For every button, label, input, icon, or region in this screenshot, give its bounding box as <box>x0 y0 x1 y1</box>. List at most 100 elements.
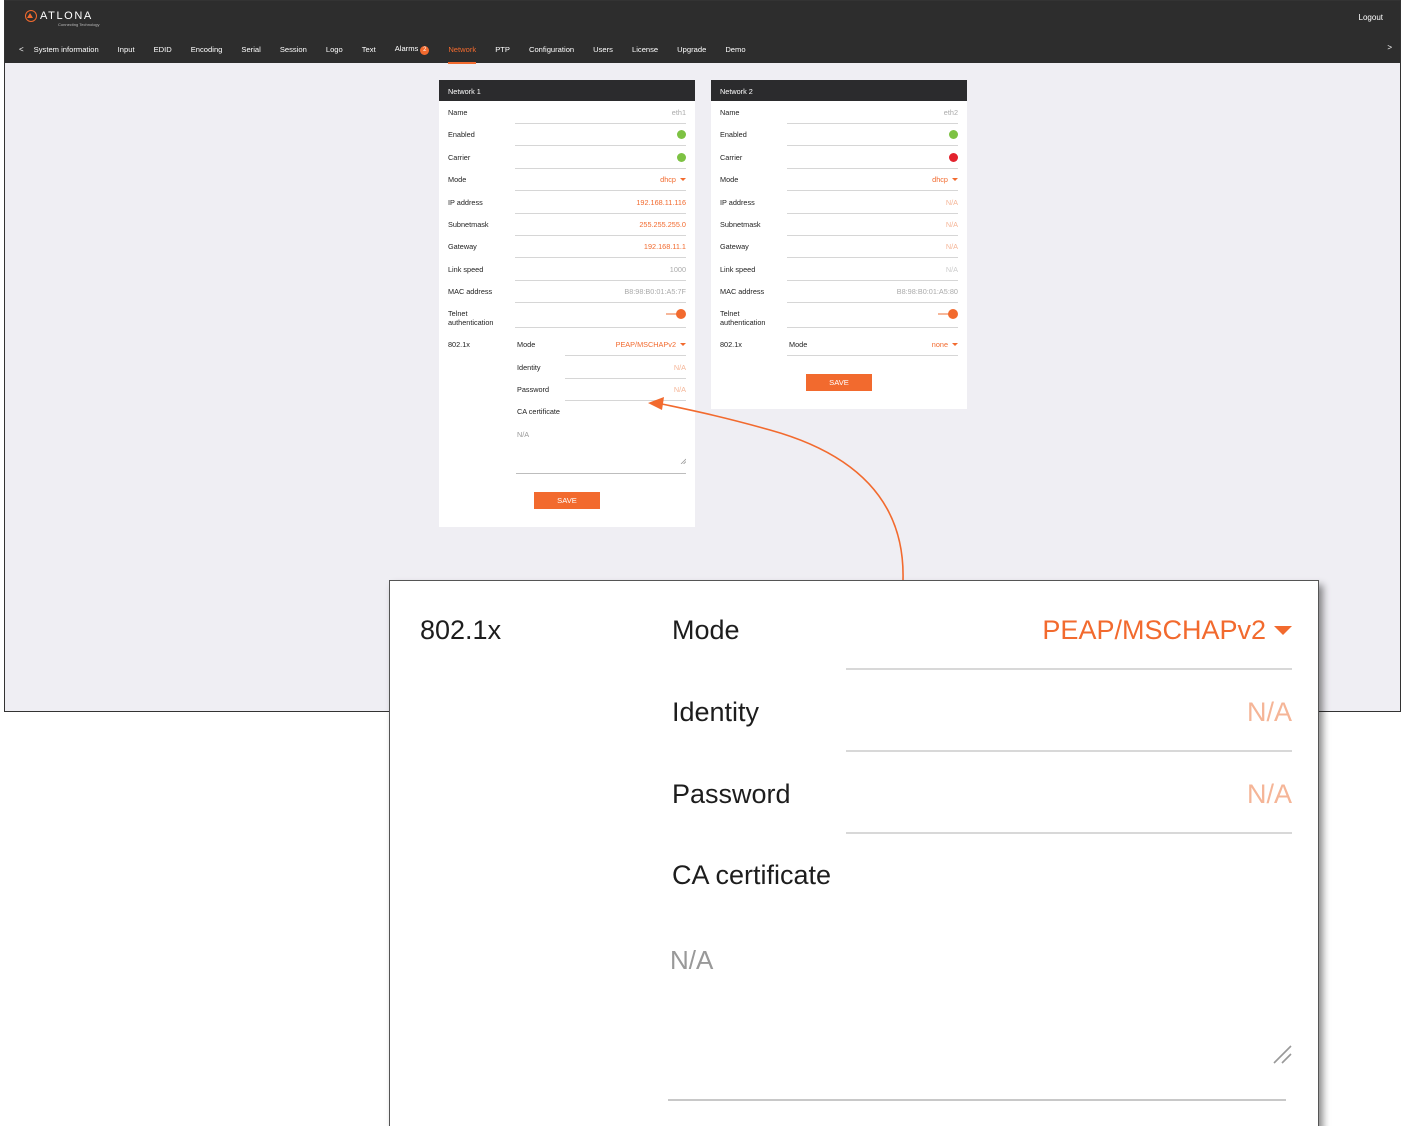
tab-license[interactable]: License <box>632 45 658 54</box>
ip-label: IP address <box>720 198 755 207</box>
chevron-down-icon <box>952 343 958 346</box>
tab-network[interactable]: Network <box>448 45 476 64</box>
identity-label: Identity <box>672 697 760 727</box>
save-button[interactable]: SAVE <box>806 374 872 391</box>
link-speed-label: Link speed <box>720 265 756 274</box>
ca-cert-label: CA certificate <box>517 407 560 416</box>
top-bar: ATLONA Connecting Technology Logout < Sy… <box>5 1 1400 64</box>
tab-configuration[interactable]: Configuration <box>529 45 574 54</box>
mac-value: B8:98:B0:01:A5:80 <box>896 287 958 296</box>
tab-upgrade[interactable]: Upgrade <box>677 45 706 54</box>
mode-label: Mode <box>448 175 467 184</box>
mac-value: B8:98:B0:01:A5:7F <box>624 287 686 296</box>
logo-text: ATLONA <box>40 10 93 22</box>
identity-input[interactable]: N/A <box>674 363 686 372</box>
enabled-status-indicator <box>677 130 686 139</box>
tab-logo[interactable]: Logo <box>326 45 343 54</box>
chevron-down-icon <box>1274 626 1292 635</box>
mode-dropdown[interactable]: dhcp <box>932 175 958 184</box>
logo-icon <box>25 10 37 22</box>
dot1x-mode-label: Mode <box>517 340 536 349</box>
ca-cert-placeholder: N/A <box>517 430 530 439</box>
chevron-down-icon <box>680 178 686 181</box>
ca-cert-label: CA certificate <box>672 860 832 890</box>
gateway-input[interactable]: 192.168.11.1 <box>644 242 686 251</box>
tab-system-information[interactable]: System information <box>34 45 99 54</box>
carrier-status-indicator <box>677 153 686 162</box>
ip-label: IP address <box>448 198 483 207</box>
password-label: Password <box>672 779 791 809</box>
tab-alarms[interactable]: Alarms 2 <box>395 44 430 55</box>
tab-demo[interactable]: Demo <box>725 45 745 54</box>
subnet-input[interactable]: N/A <box>946 220 958 229</box>
enabled-label: Enabled <box>448 130 475 139</box>
network-2-panel: Network 2 Name eth2 Enabled Carrier Mode… <box>711 80 967 409</box>
dot1x-mode-dropdown[interactable]: none <box>932 340 958 349</box>
telnet-auth-toggle[interactable] <box>938 309 958 319</box>
identity-input[interactable]: N/A <box>1247 697 1292 728</box>
tab-edid[interactable]: EDID <box>154 45 172 54</box>
ip-input[interactable]: 192.168.11.116 <box>636 198 686 207</box>
alarms-count-badge: 2 <box>420 45 430 55</box>
mac-label: MAC address <box>448 287 493 296</box>
save-button[interactable]: SAVE <box>534 492 600 509</box>
dot1x-mode-dropdown[interactable]: PEAP/MSCHAPv2 <box>616 340 686 349</box>
password-input[interactable]: N/A <box>674 385 686 394</box>
identity-label: Identity <box>517 363 541 372</box>
nav-next-arrow-icon[interactable]: > <box>1387 43 1392 52</box>
ca-cert-placeholder: N/A <box>670 945 714 975</box>
mac-label: MAC address <box>720 287 765 296</box>
carrier-label: Carrier <box>720 153 743 162</box>
mode-dropdown[interactable]: dhcp <box>660 175 686 184</box>
dot1x-mode-label: Mode <box>672 615 740 645</box>
resize-handle-icon[interactable] <box>680 458 686 464</box>
tab-serial[interactable]: Serial <box>241 45 260 54</box>
tab-session[interactable]: Session <box>280 45 307 54</box>
tab-ptp[interactable]: PTP <box>495 45 510 54</box>
tab-text[interactable]: Text <box>362 45 376 54</box>
network-1-panel: Network 1 Name eth1 Enabled Carrier Mode… <box>439 80 695 527</box>
password-input[interactable]: N/A <box>1247 779 1292 810</box>
logout-link[interactable]: Logout <box>1359 13 1383 22</box>
name-label: Name <box>720 108 740 117</box>
tab-encoding[interactable]: Encoding <box>191 45 223 54</box>
subnet-input[interactable]: 255.255.255.0 <box>639 220 686 229</box>
resize-handle-icon[interactable] <box>1272 1044 1292 1064</box>
nav-prev-arrow-icon[interactable]: < <box>19 45 24 54</box>
password-label: Password <box>517 385 550 394</box>
telnet-auth-toggle[interactable] <box>666 309 686 319</box>
link-speed-value: N/A <box>945 265 958 274</box>
panel-title: Network 2 <box>711 80 967 101</box>
main-nav: < System information Input EDID Encoding… <box>19 43 765 64</box>
subnet-label: Subnetmask <box>720 220 761 229</box>
gateway-label: Gateway <box>720 242 749 251</box>
chevron-down-icon <box>680 343 686 346</box>
dot1x-label: 802.1x <box>720 340 742 349</box>
mode-label: Mode <box>720 175 739 184</box>
telnet-label: Telnet authentication <box>448 309 494 327</box>
subnet-label: Subnetmask <box>448 220 489 229</box>
telnet-label: Telnet authentication <box>720 309 766 327</box>
dot1x-mode-dropdown[interactable]: PEAP/MSCHAPv2 <box>1042 615 1292 646</box>
zoom-callout: 802.1x Mode PEAP/MSCHAPv2 Identity N/A P… <box>389 580 1319 1126</box>
name-value: eth2 <box>943 108 958 117</box>
link-speed-label: Link speed <box>448 265 484 274</box>
gateway-label: Gateway <box>448 242 477 251</box>
enabled-status-indicator <box>949 130 958 139</box>
carrier-label: Carrier <box>448 153 471 162</box>
tab-users[interactable]: Users <box>593 45 613 54</box>
logo-tagline: Connecting Technology <box>58 22 100 27</box>
tab-input[interactable]: Input <box>118 45 135 54</box>
name-value: eth1 <box>671 108 686 117</box>
dot1x-mode-label: Mode <box>789 340 808 349</box>
dot1x-label: 802.1x <box>420 615 502 645</box>
name-label: Name <box>448 108 468 117</box>
ip-input[interactable]: N/A <box>946 198 958 207</box>
atlona-logo[interactable]: ATLONA Connecting Technology <box>25 10 100 27</box>
dot1x-label: 802.1x <box>448 340 470 349</box>
ca-cert-textarea[interactable]: N/A <box>439 430 695 475</box>
tab-alarms-label: Alarms <box>394 43 419 53</box>
ca-cert-textarea[interactable]: N/A <box>668 931 1292 1103</box>
chevron-down-icon <box>952 178 958 181</box>
gateway-input[interactable]: N/A <box>946 242 958 251</box>
